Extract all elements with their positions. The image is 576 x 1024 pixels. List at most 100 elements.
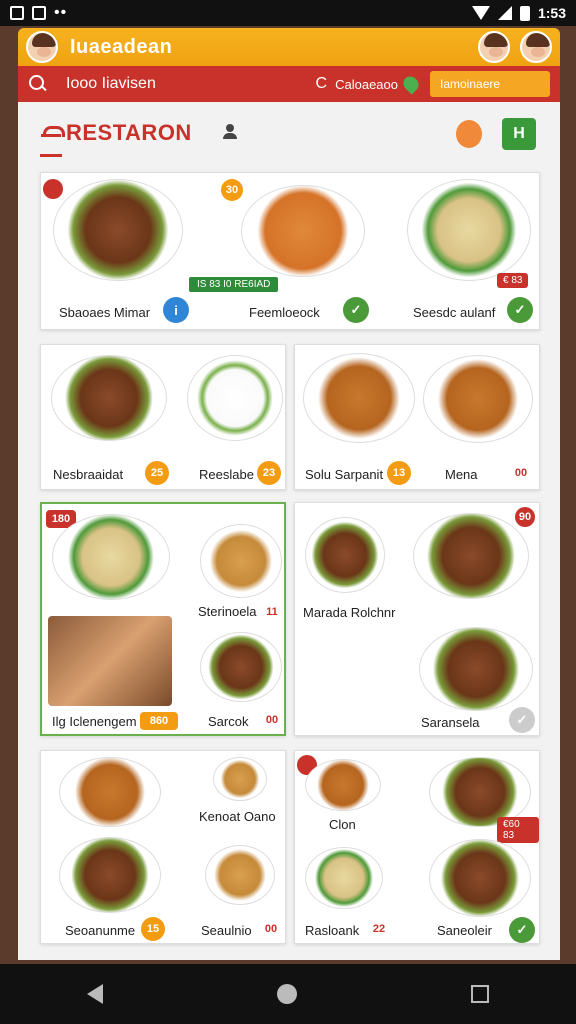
- recent-apps-icon[interactable]: [471, 985, 489, 1003]
- dish-label: Nesbraaidat: [53, 467, 124, 482]
- more-notifications-icon: ••: [54, 4, 68, 21]
- dish-label: Sbaoaes Mimar: [59, 305, 151, 320]
- menu-card-4-selected[interactable]: 180 Sterinoela 11 Sarcok 00 Ilg Icleneng…: [40, 502, 286, 736]
- panel-header: RESTARON: [40, 120, 192, 146]
- combo-meal-photo[interactable]: [48, 616, 172, 706]
- dish-image[interactable]: [419, 627, 533, 711]
- restaurant-icon: [40, 122, 65, 144]
- dish-image[interactable]: [303, 353, 415, 443]
- dish-image[interactable]: [51, 355, 167, 441]
- price-badge: 15: [141, 917, 165, 941]
- card7-price-pill: €60 83: [497, 817, 539, 843]
- app-title: Iuaeadean: [70, 35, 173, 58]
- home-button[interactable]: H: [502, 118, 536, 150]
- dish-label: Clon: [329, 817, 356, 832]
- signal-icon: [497, 6, 512, 20]
- price-badge: 13: [387, 461, 411, 485]
- dish-image[interactable]: [305, 847, 383, 909]
- friend-avatar-1[interactable]: [478, 31, 510, 63]
- main-panel: RESTARON H 30 IS 83 I0 RE6IAD € 83 Sbaoa…: [18, 102, 560, 960]
- dish-image[interactable]: [305, 517, 385, 593]
- gallery-notification-icon: [10, 6, 24, 20]
- status-left: ••: [10, 4, 67, 22]
- dish-label: Saransela: [421, 715, 480, 730]
- app-top-bar: Iuaeadean: [18, 28, 560, 66]
- system-nav-bar: [0, 964, 576, 1024]
- dish-image[interactable]: [53, 179, 183, 281]
- dish-image[interactable]: [423, 355, 533, 443]
- dish-image[interactable]: [52, 514, 170, 600]
- location-pin-icon[interactable]: [400, 73, 422, 95]
- category-label[interactable]: Caloaeaoo: [335, 77, 398, 92]
- back-icon[interactable]: [87, 984, 103, 1004]
- price-badge: 00: [265, 714, 279, 726]
- price-badge: 11: [266, 606, 278, 618]
- battery-icon: [519, 5, 530, 21]
- menu-card-3[interactable]: Solu Sarpanit 13 Mena 00: [294, 344, 540, 490]
- dish-image[interactable]: [241, 185, 365, 277]
- menu-card-7[interactable]: Clon €60 83 Rasloank 22 Saneoleir ✓: [294, 750, 540, 944]
- info-icon[interactable]: i: [163, 297, 189, 323]
- search-icon[interactable]: [28, 74, 48, 94]
- dish-label: Sterinoela: [198, 604, 257, 619]
- top-right-avatars: [478, 31, 552, 63]
- menu-card-6[interactable]: Kenoat Oano Seoanunme 15 Seaulnio 00: [40, 750, 286, 944]
- check-icon[interactable]: ✓: [509, 707, 535, 733]
- dish-label: Solu Sarpanit: [305, 467, 384, 482]
- dish-label: Kenoat Oano: [199, 809, 276, 824]
- dish-image[interactable]: [407, 179, 531, 281]
- image-notification-icon: [32, 6, 46, 20]
- menu-card-2[interactable]: Nesbraaidat 25 Reeslabe 23: [40, 344, 286, 490]
- status-right: 1:53: [471, 5, 566, 21]
- price-badge: 860: [140, 712, 178, 730]
- search-input[interactable]: Iooo Iiavisen: [66, 75, 156, 93]
- dish-image[interactable]: [213, 757, 267, 801]
- dish-label: Seaulnio: [201, 923, 252, 938]
- page-title: RESTARON: [66, 120, 192, 145]
- status-bar: •• 1:53: [0, 0, 576, 26]
- dish-image[interactable]: [305, 759, 381, 811]
- search-bar: Iooo Iiavisen C Caloaeaoo Iamoinaere: [18, 66, 560, 102]
- dish-label: Marada Rolchnr: [303, 605, 396, 620]
- dish-image[interactable]: [413, 513, 529, 599]
- card1-corner-badge: [43, 179, 63, 199]
- check-icon[interactable]: ✓: [507, 297, 533, 323]
- dish-label: Ilg Iclenengem: [52, 714, 137, 729]
- title-underline: [40, 154, 62, 157]
- price-badge: 25: [145, 461, 169, 485]
- dish-image[interactable]: [59, 757, 161, 827]
- dish-image[interactable]: [200, 632, 282, 702]
- price-badge: 00: [514, 467, 528, 479]
- menu-card-5[interactable]: 90 Marada Rolchnr Saransela ✓: [294, 502, 540, 736]
- card1-price-pill: € 83: [497, 273, 529, 288]
- friend-avatar-2[interactable]: [520, 31, 552, 63]
- card1-top-badge: 30: [221, 179, 243, 201]
- dish-image[interactable]: [59, 837, 161, 913]
- menu-card-1[interactable]: 30 IS 83 I0 RE6IAD € 83 Sbaoaes Mimar i …: [40, 172, 540, 330]
- dish-image[interactable]: [429, 839, 531, 917]
- dish-label: Reeslabe: [199, 467, 254, 482]
- price-badge: 22: [372, 923, 386, 935]
- dish-label: Rasloank: [305, 923, 360, 938]
- dish-label: Mena: [445, 467, 478, 482]
- category-select-button[interactable]: Iamoinaere: [430, 71, 550, 97]
- dish-label: Seoanunme: [65, 923, 136, 938]
- c-glyph-icon: C: [315, 75, 328, 92]
- dish-label: Feemloeock: [249, 305, 320, 320]
- wifi-icon: [471, 6, 490, 20]
- price-badge: 00: [264, 923, 278, 935]
- check-icon[interactable]: ✓: [343, 297, 369, 323]
- dish-image[interactable]: [205, 845, 275, 905]
- card5-top-badge: 90: [515, 507, 535, 527]
- dish-image[interactable]: [187, 355, 283, 441]
- dish-image[interactable]: [200, 524, 282, 598]
- user-avatar[interactable]: [26, 31, 58, 63]
- user-icon[interactable]: [222, 124, 238, 140]
- home-icon[interactable]: [277, 984, 297, 1004]
- dish-label: Sarcok: [208, 714, 249, 729]
- dish-label: Saneoleir: [437, 923, 492, 938]
- status-time: 1:53: [537, 5, 566, 21]
- profile-button[interactable]: [456, 120, 482, 148]
- check-icon[interactable]: ✓: [509, 917, 535, 943]
- price-badge: 23: [257, 461, 281, 485]
